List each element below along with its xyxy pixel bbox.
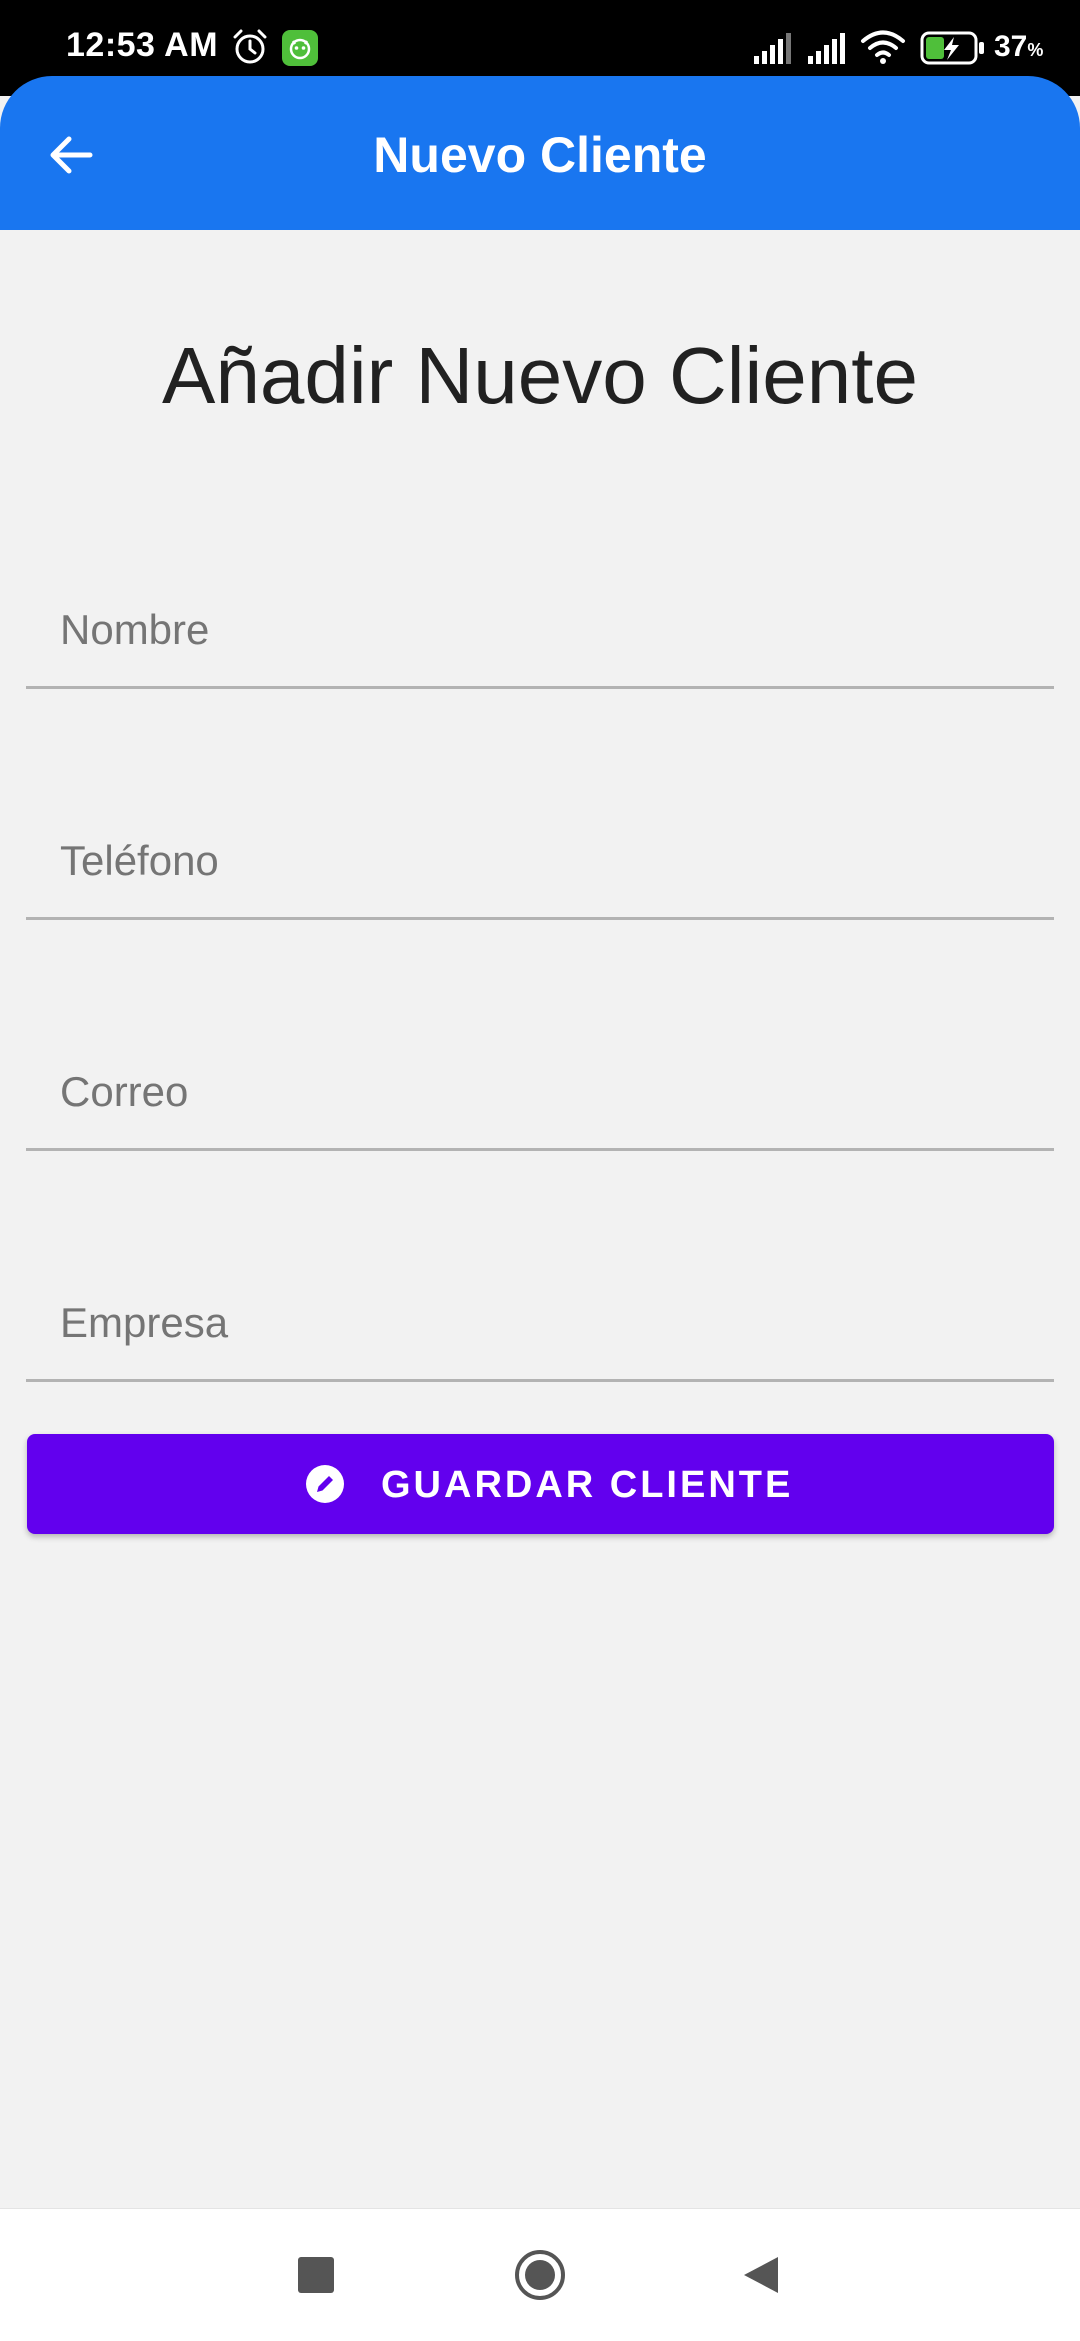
recents-icon[interactable] [298, 2257, 334, 2293]
battery-percentage: 37% [994, 30, 1043, 64]
empresa-field[interactable] [26, 1269, 1054, 1382]
app-title: Nuevo Cliente [373, 127, 707, 183]
save-client-label: GUARDAR CLIENTE [381, 1464, 794, 1506]
wifi-icon [861, 30, 905, 64]
save-client-button[interactable]: GUARDAR CLIENTE [27, 1434, 1054, 1534]
correo-field[interactable] [26, 1038, 1054, 1151]
correo-input[interactable] [60, 1068, 1020, 1116]
status-time: 12:53 AM [66, 26, 219, 64]
signal-icon [754, 33, 791, 64]
navigation-bar [0, 2208, 1080, 2341]
nombre-field[interactable] [26, 576, 1054, 689]
battery-charging-icon [920, 31, 984, 65]
alarm-icon [233, 29, 267, 64]
home-icon[interactable] [514, 2249, 566, 2301]
back-icon[interactable] [742, 2255, 780, 2295]
telefono-field[interactable] [26, 807, 1054, 920]
battery-value: 37 [994, 30, 1028, 63]
app-bar: Nuevo Cliente [0, 76, 1080, 230]
nombre-input[interactable] [60, 606, 1020, 654]
edit-icon [306, 1465, 344, 1503]
telefono-input[interactable] [60, 837, 1020, 885]
empresa-input[interactable] [60, 1299, 1020, 1347]
page-title: Añadir Nuevo Cliente [162, 331, 918, 420]
battery-unit: % [1027, 40, 1044, 60]
signal-icon [808, 33, 845, 64]
app-notification-icon [282, 30, 318, 66]
